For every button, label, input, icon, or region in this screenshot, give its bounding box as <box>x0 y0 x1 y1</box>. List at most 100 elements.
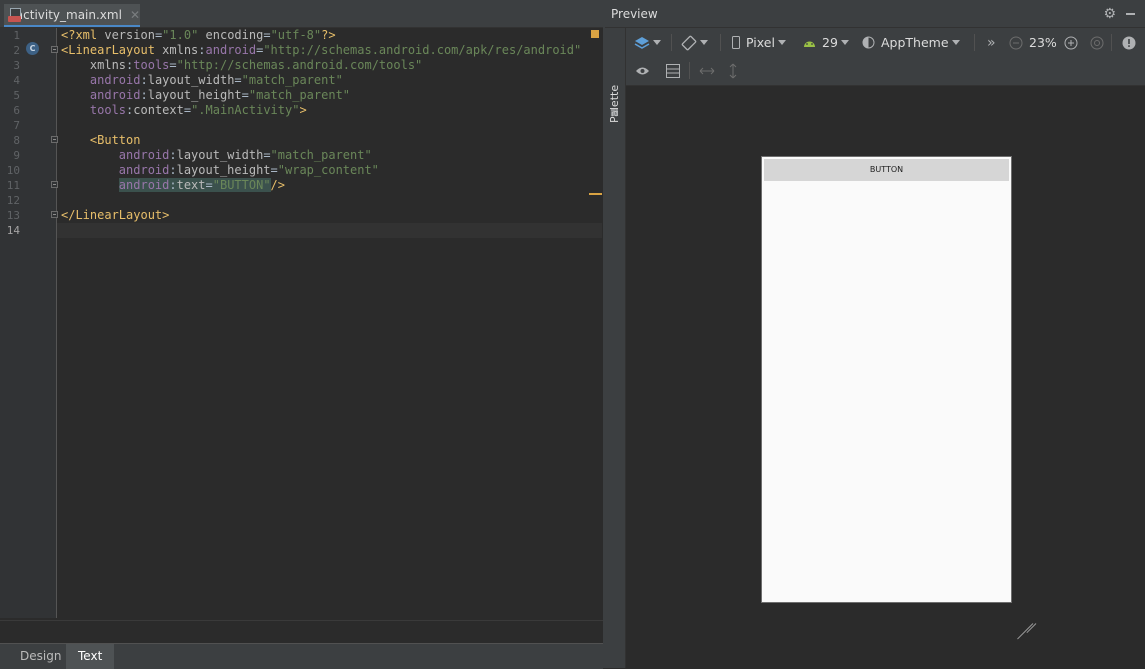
preview-title: Preview <box>611 7 658 21</box>
zoom-out-button[interactable] <box>1009 28 1023 57</box>
code-line[interactable]: <?xml version="1.0" encoding="utf-8"?> <box>61 28 601 43</box>
expand-horizontal-button[interactable] <box>699 57 715 85</box>
blueprint-icon <box>666 64 680 78</box>
fold-icon[interactable] <box>51 211 58 218</box>
overflow-icon[interactable]: » <box>987 28 996 57</box>
code-line[interactable]: android:text="BUTTON"/> <box>61 178 601 193</box>
toolbar-separator <box>689 62 690 79</box>
api-level-label: 29 <box>822 35 838 50</box>
issues-button[interactable] <box>1122 28 1136 57</box>
code-line[interactable]: android:layout_height="match_parent" <box>61 88 601 103</box>
palette-strip: Palette ▦ <box>605 28 626 668</box>
line-number: 10 <box>6 164 20 177</box>
zoom-fit-button[interactable] <box>1090 28 1104 57</box>
code-token: <? <box>61 28 76 42</box>
zoom-in-button[interactable] <box>1064 28 1078 57</box>
line-number: 9 <box>13 149 20 162</box>
code-line[interactable]: android:layout_height="wrap_content" <box>61 163 601 178</box>
code-token: = <box>169 58 177 72</box>
api-level-selector[interactable]: 29 <box>803 28 849 57</box>
blueprint-button[interactable] <box>666 57 680 85</box>
warning-marker[interactable] <box>591 30 599 38</box>
code-area[interactable]: <?xml version="1.0" encoding="utf-8"?> <L… <box>61 28 601 238</box>
code-token: layout_height <box>147 88 242 102</box>
line-number: 4 <box>13 74 20 87</box>
class-gutter-icon[interactable]: C <box>26 42 39 55</box>
line-number: 1 <box>13 29 20 42</box>
palette-icon[interactable]: ▦ <box>610 108 619 118</box>
orientation-button[interactable] <box>681 28 708 57</box>
code-line[interactable]: tools:context=".MainActivity"> <box>61 103 601 118</box>
tab-design[interactable]: Design <box>8 644 73 669</box>
hide-icon[interactable] <box>1126 13 1135 15</box>
theme-label: AppTheme <box>881 35 949 50</box>
code-token: : <box>140 73 148 87</box>
xml-editor[interactable]: activity_main.xml ✕ 1 2 3 4 5 6 7 8 9 10… <box>0 0 603 669</box>
gear-icon[interactable]: ⚙ <box>1103 7 1116 21</box>
line-number: 14 <box>6 224 20 237</box>
code-line[interactable] <box>61 118 601 133</box>
code-line[interactable] <box>61 193 601 208</box>
code-line[interactable]: </LinearLayout> <box>61 208 601 223</box>
xml-file-icon <box>8 7 21 22</box>
expand-horizontal-icon <box>699 67 715 75</box>
code-token: = <box>183 103 192 117</box>
fold-icon[interactable] <box>51 136 58 143</box>
layers-button[interactable] <box>634 28 661 57</box>
code-token: "match_parent" <box>241 73 343 87</box>
design-canvas[interactable]: BUTTON <box>626 86 1145 668</box>
resize-handle[interactable] <box>1015 606 1033 624</box>
expand-vertical-button[interactable] <box>729 57 737 85</box>
code-token: = <box>205 178 213 192</box>
code-token: : <box>198 43 206 57</box>
code-line[interactable]: <Button <box>61 133 601 148</box>
code-token: : <box>140 88 148 102</box>
code-token: "wrap_content" <box>277 163 379 177</box>
zoom-in-icon <box>1064 36 1078 49</box>
preview-toolbar: Pixel 29 AppTheme » 23% <box>626 28 1145 57</box>
code-token: android <box>61 73 141 87</box>
preview-button[interactable]: BUTTON <box>764 159 1009 181</box>
code-token: ".MainActivity" <box>191 103 300 117</box>
eye-icon <box>636 67 649 75</box>
code-token: xmlns <box>61 58 127 72</box>
fold-icon[interactable] <box>51 181 58 188</box>
line-number: 5 <box>13 89 20 102</box>
code-line[interactable]: android:layout_width="match_parent" <box>61 148 601 163</box>
zoom-level: 23% <box>1029 35 1057 50</box>
line-number: 8 <box>13 134 20 147</box>
horizontal-scrollbar[interactable] <box>0 620 603 643</box>
code-token: "match_parent" <box>270 148 372 162</box>
line-number: 12 <box>6 194 20 207</box>
toolbar-separator <box>1111 34 1112 51</box>
code-token: encoding <box>198 28 264 42</box>
theme-selector[interactable]: AppTheme <box>862 28 960 57</box>
code-line[interactable]: android:layout_width="match_parent" <box>61 73 601 88</box>
tab-activity-main[interactable]: activity_main.xml ✕ <box>4 4 140 27</box>
code-token: = <box>270 163 278 177</box>
code-token: tools <box>61 103 127 117</box>
code-token: tools <box>133 58 170 72</box>
preview-panel: Preview ⚙ Palette ▦ Pixel 29 AppTheme » … <box>605 0 1145 668</box>
code-token: </LinearLayout> <box>61 208 170 222</box>
preview-sub-toolbar <box>626 57 1145 86</box>
device-selector[interactable]: Pixel <box>732 28 786 57</box>
code-line[interactable]: <LinearLayout xmlns:android="http://sche… <box>61 43 601 58</box>
code-line[interactable]: xmlns:tools="http://schemas.android.com/… <box>61 58 601 73</box>
code-token: = <box>263 148 271 162</box>
phone-icon <box>732 36 740 49</box>
error-stripe-mark[interactable] <box>589 193 602 195</box>
code-token: "match_parent" <box>248 88 351 102</box>
toolbar-separator <box>974 34 975 51</box>
fold-icon[interactable] <box>51 46 58 53</box>
eye-button[interactable] <box>635 57 650 85</box>
tab-text[interactable]: Text <box>66 644 115 669</box>
line-number: 7 <box>13 119 20 132</box>
code-token: "http://schemas.android.com/apk/res/andr… <box>263 43 582 57</box>
code-token: "http://schemas.android.com/tools" <box>176 58 423 72</box>
close-icon[interactable]: ✕ <box>130 8 140 22</box>
code-token: android <box>61 148 170 162</box>
code-token: /> <box>270 178 285 192</box>
code-line[interactable] <box>61 223 601 238</box>
device-screen[interactable]: BUTTON <box>761 156 1012 603</box>
